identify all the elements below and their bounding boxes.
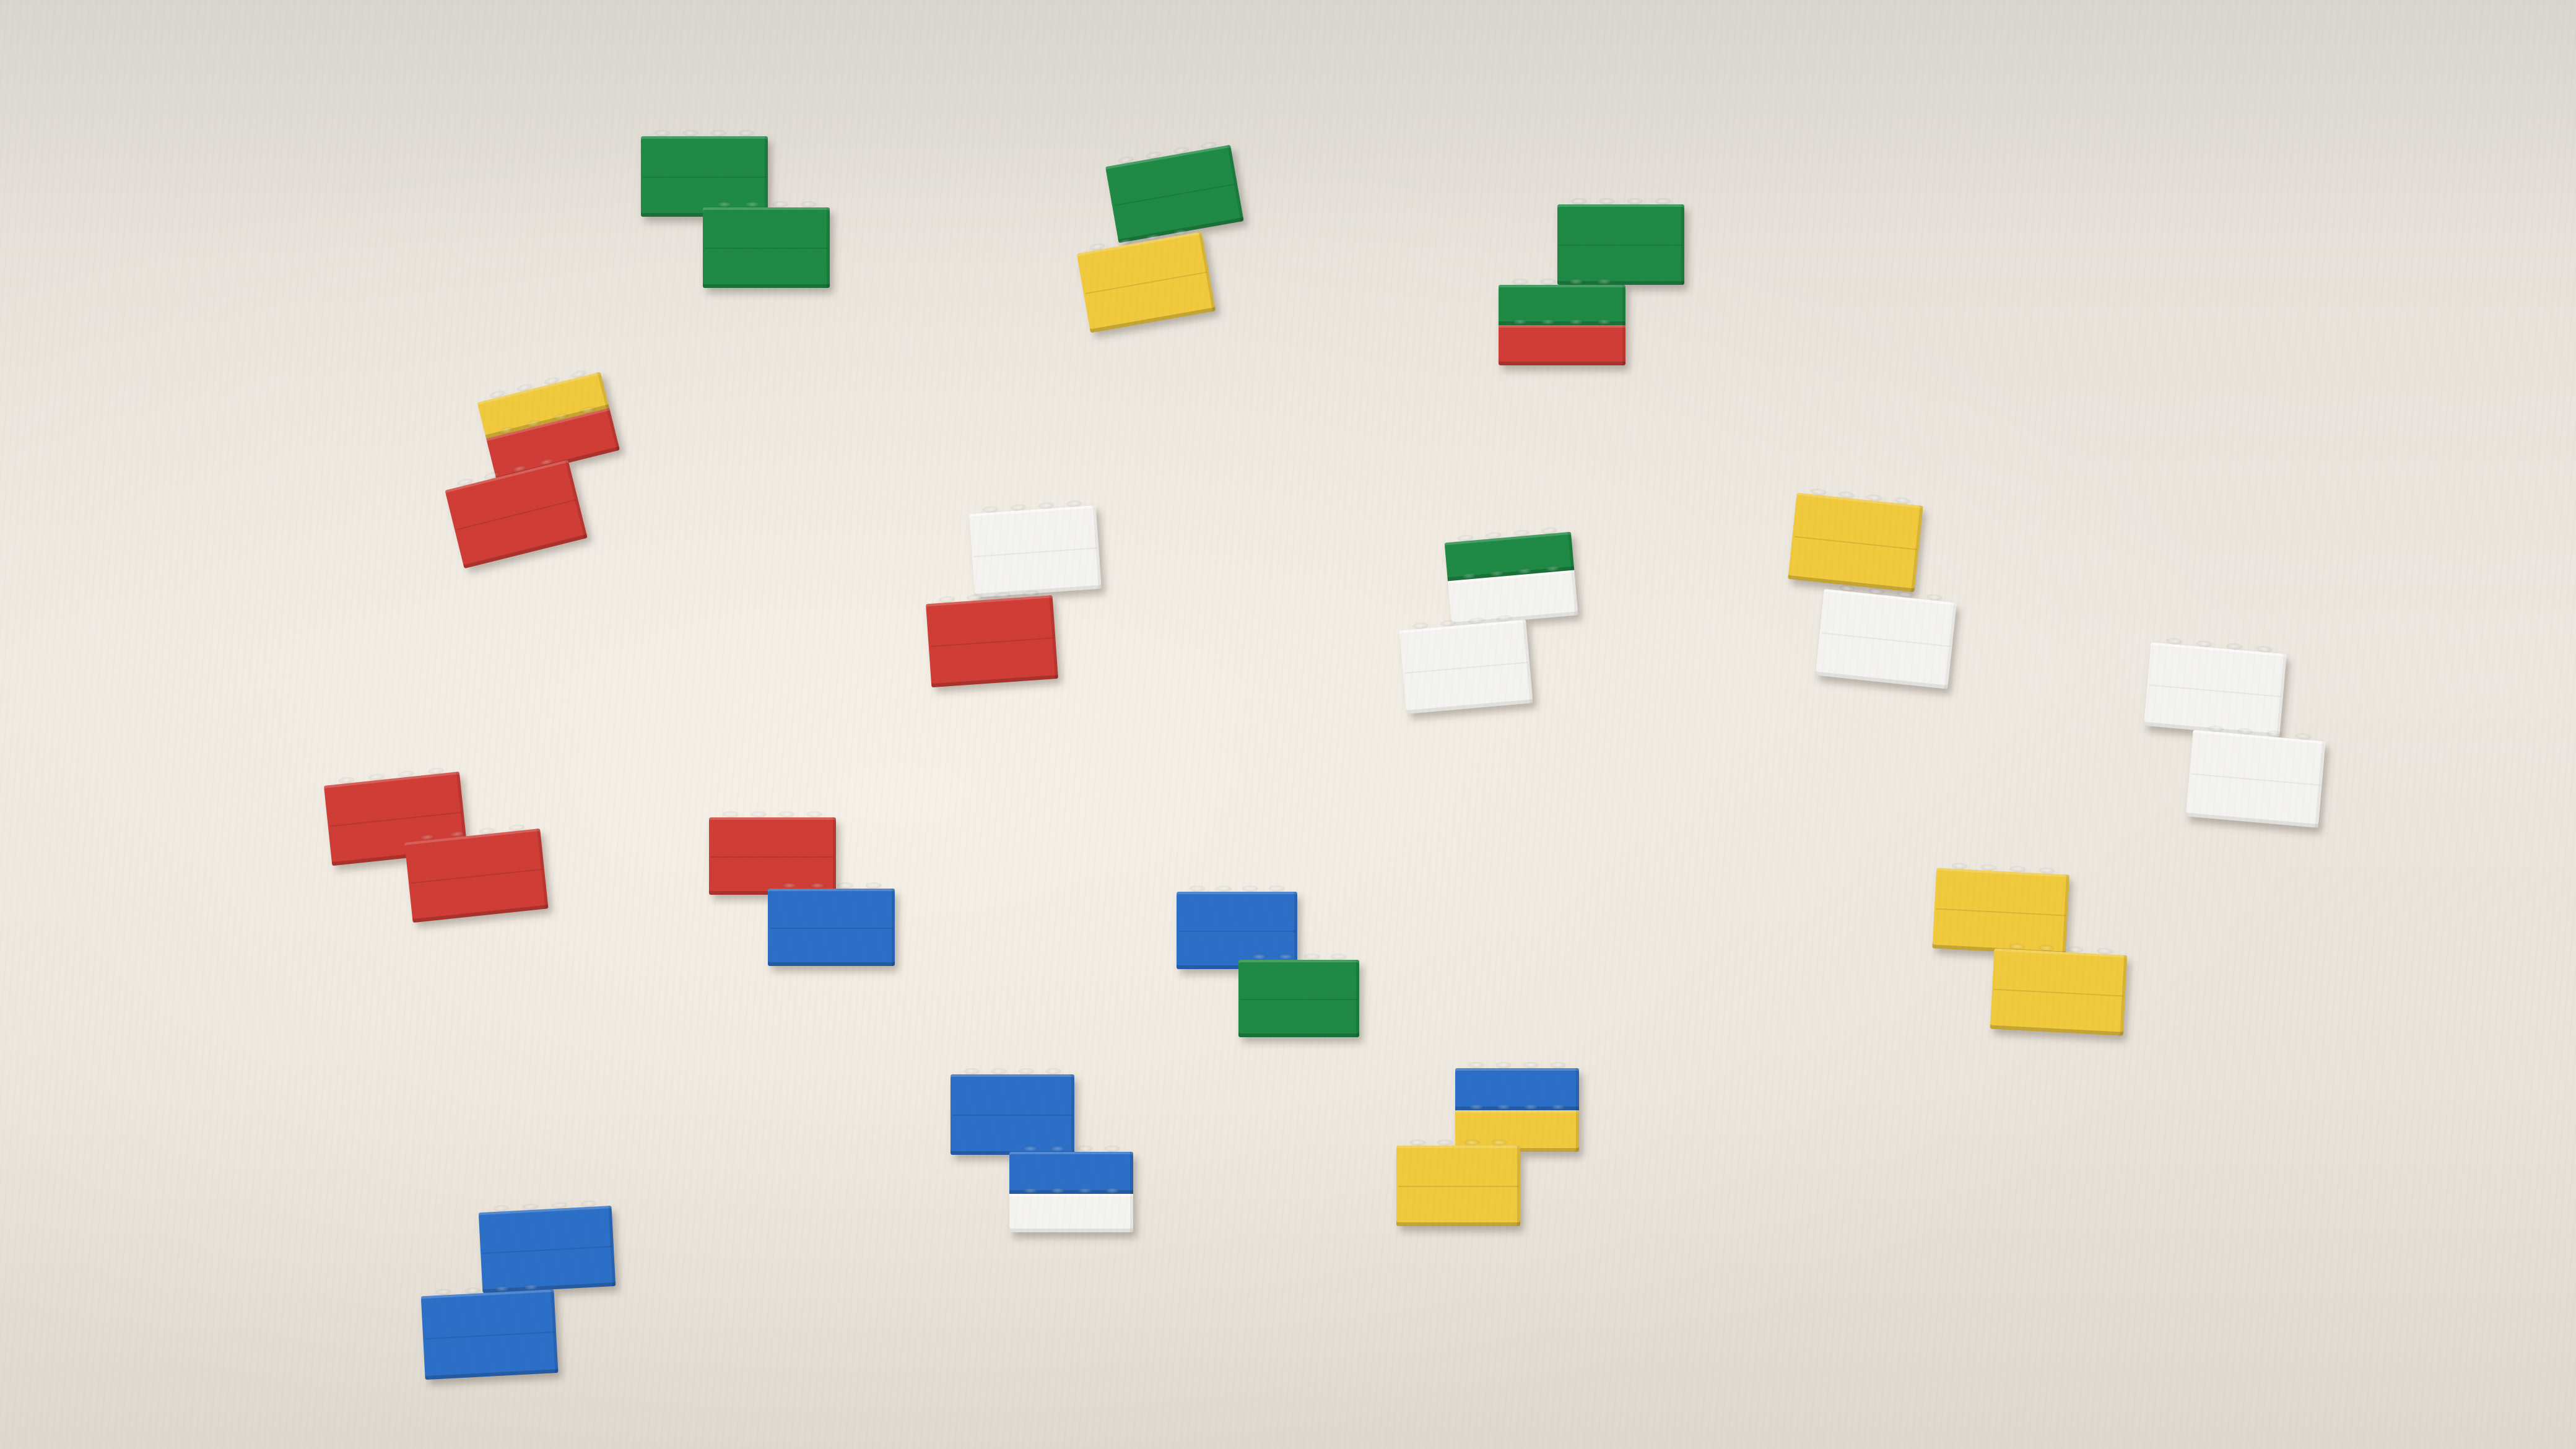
- blue-yellow-s-piece: [1396, 1061, 1582, 1229]
- green-yellow-s-piece: [1063, 144, 1266, 357]
- yellow-z-piece: [1928, 868, 2141, 1046]
- red-yellow-s-piece: [426, 370, 651, 596]
- green-white-s-piece: [1392, 531, 1599, 726]
- green-red-s-piece: [1499, 197, 1684, 365]
- red-blue-z-piece: [709, 810, 901, 972]
- yellow-white-z-piece: [1777, 492, 1976, 703]
- red-z-piece: [323, 763, 555, 939]
- blue-s-piece: [417, 1206, 624, 1389]
- tabletop: [0, 0, 2576, 1449]
- white-red-s-piece: [920, 505, 1117, 697]
- white-z-piece: [2135, 642, 2339, 843]
- blue-green-z-piece: [1177, 884, 1362, 1040]
- green-z-piece: [641, 129, 830, 291]
- blue-white-z-piece: [951, 1067, 1136, 1235]
